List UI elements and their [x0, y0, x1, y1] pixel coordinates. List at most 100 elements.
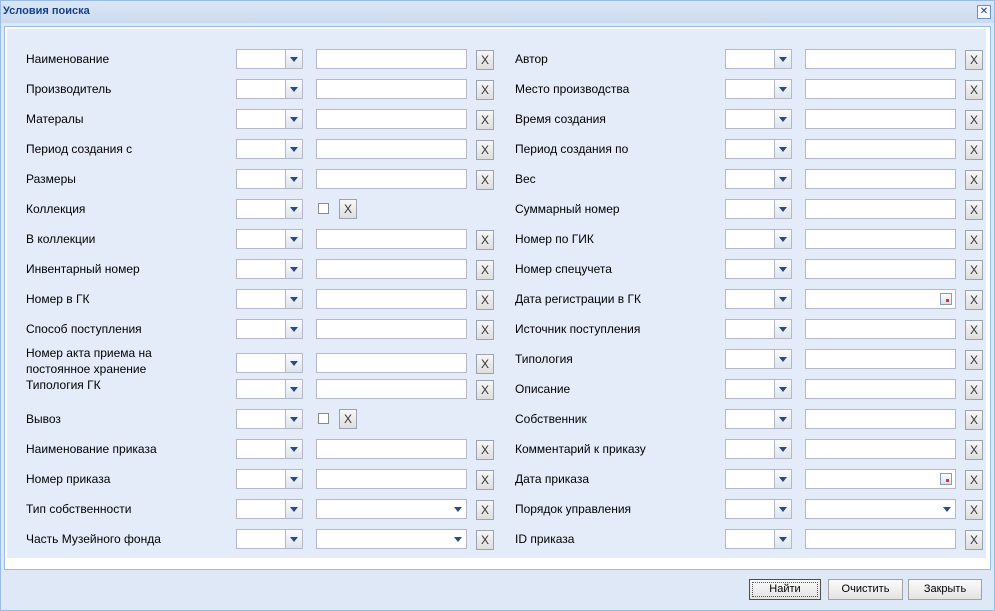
right-row-14-clear-button[interactable]: X — [965, 470, 983, 490]
right-row-13-operator-select[interactable] — [725, 439, 792, 459]
right-row-4-clear-button[interactable]: X — [965, 170, 983, 190]
chevron-down-icon[interactable] — [285, 320, 302, 338]
chevron-down-icon[interactable] — [774, 80, 791, 98]
chevron-down-icon[interactable] — [774, 320, 791, 338]
right-row-2-value-input[interactable] — [805, 109, 956, 129]
left-row-3-clear-button[interactable]: X — [476, 140, 494, 160]
right-row-5-clear-button[interactable]: X — [965, 200, 983, 220]
chevron-down-icon[interactable] — [774, 200, 791, 218]
left-row-15-value-select[interactable] — [316, 499, 467, 519]
left-row-3-operator-select[interactable] — [236, 139, 303, 159]
right-row-10-value-input[interactable] — [805, 349, 956, 369]
right-row-9-clear-button[interactable]: X — [965, 320, 983, 340]
right-row-12-value-input[interactable] — [805, 409, 956, 429]
left-row-4-operator-select[interactable] — [236, 169, 303, 189]
left-row-12-operator-select[interactable] — [236, 409, 303, 429]
chevron-down-icon[interactable] — [450, 530, 466, 548]
left-row-3-value-input[interactable] — [316, 139, 467, 159]
right-row-9-operator-select[interactable] — [725, 319, 792, 339]
right-row-16-operator-select[interactable] — [725, 529, 792, 549]
right-row-1-clear-button[interactable]: X — [965, 80, 983, 100]
window-close-icon[interactable]: ✕ — [977, 5, 991, 19]
chevron-down-icon[interactable] — [774, 380, 791, 398]
left-row-15-clear-button[interactable]: X — [476, 500, 494, 520]
left-row-8-value-input[interactable] — [316, 289, 467, 309]
chevron-down-icon[interactable] — [285, 200, 302, 218]
left-row-10-operator-select[interactable] — [236, 353, 303, 373]
right-row-12-operator-select[interactable] — [725, 409, 792, 429]
right-row-5-value-input[interactable] — [805, 199, 956, 219]
right-row-11-value-input[interactable] — [805, 379, 956, 399]
chevron-down-icon[interactable] — [774, 50, 791, 68]
left-row-6-value-input[interactable] — [316, 229, 467, 249]
chevron-down-icon[interactable] — [285, 354, 302, 372]
right-row-8-operator-select[interactable] — [725, 289, 792, 309]
left-row-2-value-input[interactable] — [316, 109, 467, 129]
chevron-down-icon[interactable] — [285, 380, 302, 398]
chevron-down-icon[interactable] — [285, 50, 302, 68]
chevron-down-icon[interactable] — [285, 260, 302, 278]
left-row-2-clear-button[interactable]: X — [476, 110, 494, 130]
right-row-0-clear-button[interactable]: X — [965, 50, 983, 70]
right-row-11-clear-button[interactable]: X — [965, 380, 983, 400]
chevron-down-icon[interactable] — [774, 290, 791, 308]
left-row-16-operator-select[interactable] — [236, 529, 303, 549]
chevron-down-icon[interactable] — [285, 80, 302, 98]
right-row-14-operator-select[interactable] — [725, 469, 792, 489]
right-row-16-clear-button[interactable]: X — [965, 530, 983, 550]
left-row-16-clear-button[interactable]: X — [476, 530, 494, 550]
left-row-7-operator-select[interactable] — [236, 259, 303, 279]
right-row-4-operator-select[interactable] — [725, 169, 792, 189]
left-row-11-operator-select[interactable] — [236, 379, 303, 399]
chevron-down-icon[interactable] — [285, 170, 302, 188]
chevron-down-icon[interactable] — [774, 530, 791, 548]
chevron-down-icon[interactable] — [939, 500, 955, 518]
left-row-9-value-input[interactable] — [316, 319, 467, 339]
left-row-14-clear-button[interactable]: X — [476, 470, 494, 490]
left-row-7-clear-button[interactable]: X — [476, 260, 494, 280]
chevron-down-icon[interactable] — [285, 410, 302, 428]
left-row-1-value-input[interactable] — [316, 79, 467, 99]
chevron-down-icon[interactable] — [285, 230, 302, 248]
chevron-down-icon[interactable] — [285, 470, 302, 488]
right-row-0-value-input[interactable] — [805, 49, 956, 69]
right-row-9-value-input[interactable] — [805, 319, 956, 339]
window-titlebar[interactable]: Условия поиска ✕ — [1, 1, 994, 23]
calendar-icon[interactable] — [940, 473, 952, 485]
chevron-down-icon[interactable] — [774, 410, 791, 428]
left-row-5-operator-select[interactable] — [236, 199, 303, 219]
chevron-down-icon[interactable] — [774, 440, 791, 458]
left-row-9-clear-button[interactable]: X — [476, 320, 494, 340]
right-row-1-operator-select[interactable] — [725, 79, 792, 99]
right-row-3-operator-select[interactable] — [725, 139, 792, 159]
left-row-11-value-input[interactable] — [316, 379, 467, 399]
right-row-10-clear-button[interactable]: X — [965, 350, 983, 370]
left-row-8-operator-select[interactable] — [236, 289, 303, 309]
left-row-5-checkbox[interactable] — [318, 203, 329, 214]
left-row-4-clear-button[interactable]: X — [476, 170, 494, 190]
chevron-down-icon[interactable] — [285, 290, 302, 308]
calendar-icon[interactable] — [940, 293, 952, 305]
right-row-15-clear-button[interactable]: X — [965, 500, 983, 520]
left-row-4-value-input[interactable] — [316, 169, 467, 189]
left-row-16-value-select[interactable] — [316, 529, 467, 549]
right-row-5-operator-select[interactable] — [725, 199, 792, 219]
right-row-12-clear-button[interactable]: X — [965, 410, 983, 430]
chevron-down-icon[interactable] — [285, 110, 302, 128]
chevron-down-icon[interactable] — [450, 500, 466, 518]
left-row-10-value-input[interactable] — [316, 353, 467, 373]
left-row-13-clear-button[interactable]: X — [476, 440, 494, 460]
right-row-3-clear-button[interactable]: X — [965, 140, 983, 160]
right-row-15-operator-select[interactable] — [725, 499, 792, 519]
right-row-10-operator-select[interactable] — [725, 349, 792, 369]
right-row-1-value-input[interactable] — [805, 79, 956, 99]
left-row-14-value-input[interactable] — [316, 469, 467, 489]
left-row-6-operator-select[interactable] — [236, 229, 303, 249]
right-row-8-clear-button[interactable]: X — [965, 290, 983, 310]
chevron-down-icon[interactable] — [774, 140, 791, 158]
right-row-7-clear-button[interactable]: X — [965, 260, 983, 280]
right-row-16-value-input[interactable] — [805, 529, 956, 549]
right-row-3-value-input[interactable] — [805, 139, 956, 159]
left-row-1-operator-select[interactable] — [236, 79, 303, 99]
chevron-down-icon[interactable] — [774, 170, 791, 188]
